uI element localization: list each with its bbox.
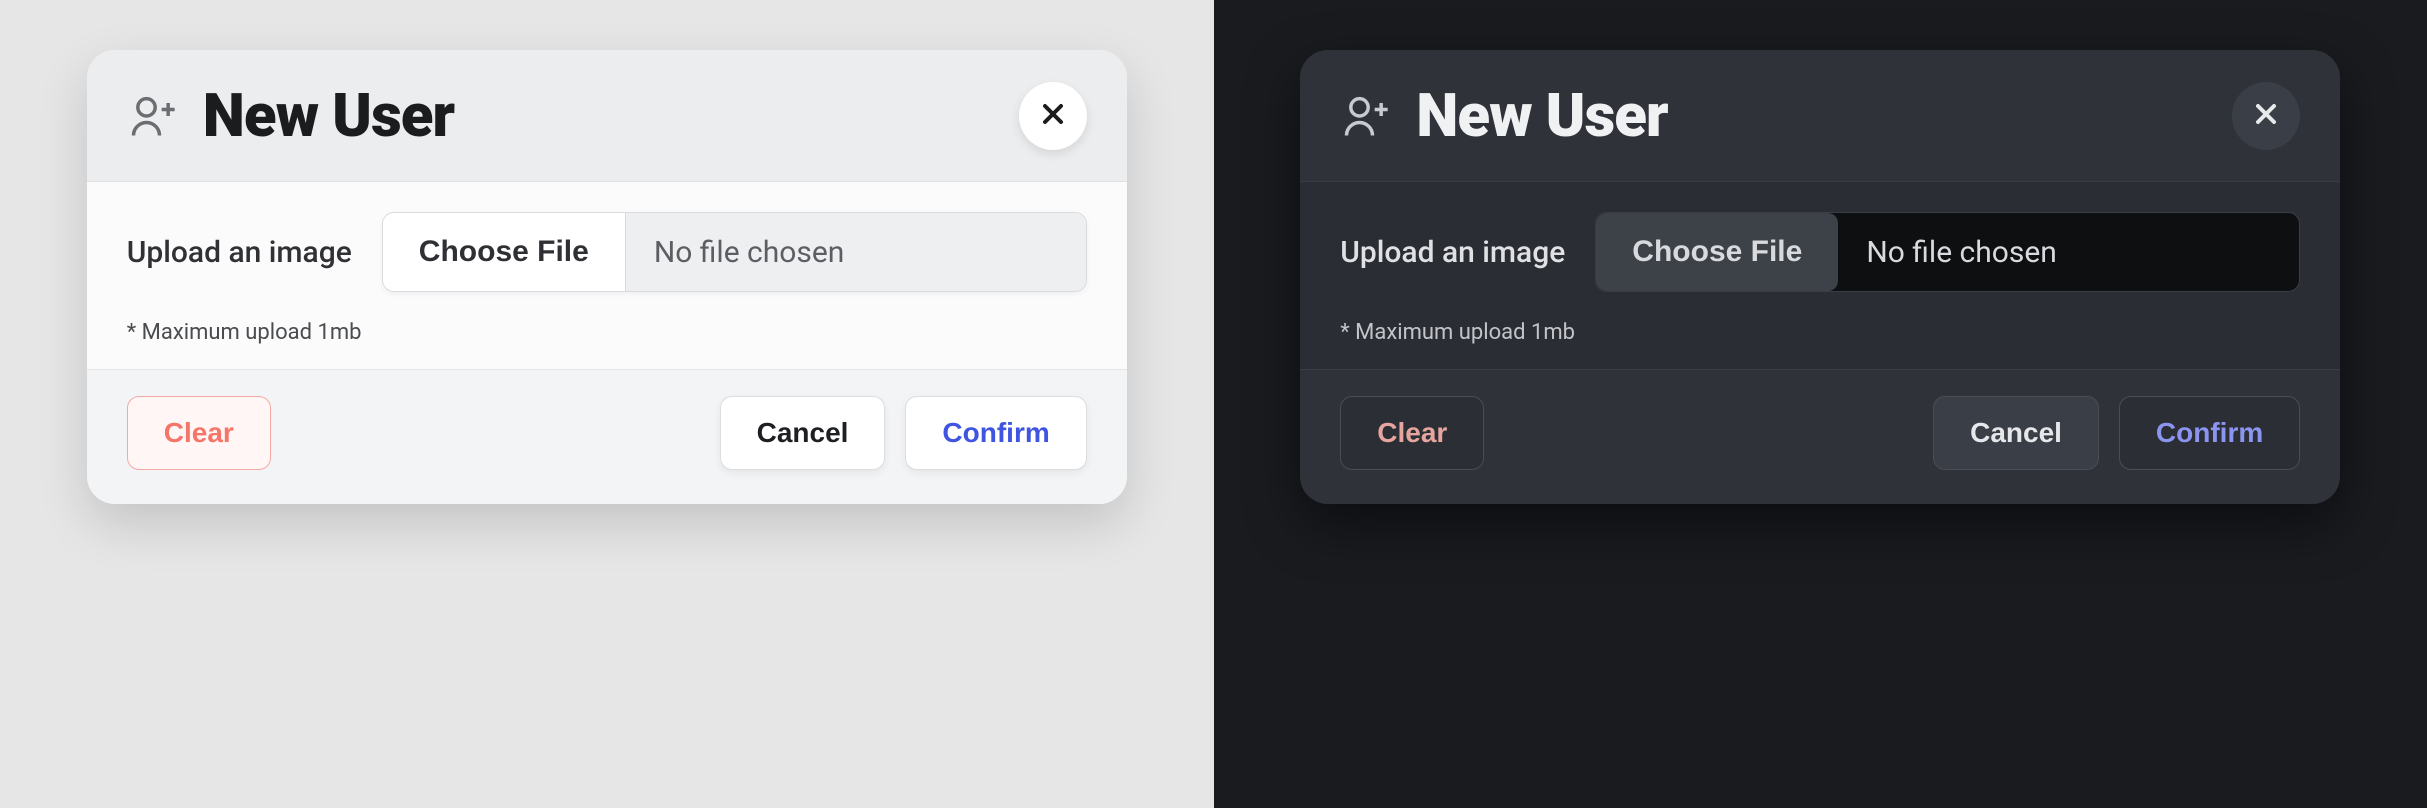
confirm-button[interactable]: Confirm xyxy=(2119,396,2300,470)
upload-label: Upload an image xyxy=(127,235,352,270)
clear-button[interactable]: Clear xyxy=(1340,396,1484,470)
dialog-header: New User xyxy=(1300,50,2340,182)
light-theme-panel: New User Upload an image Choose File No … xyxy=(0,0,1214,808)
upload-row: Upload an image Choose File No file chos… xyxy=(1340,212,2300,292)
new-user-dialog: New User Upload an image Choose File No … xyxy=(87,50,1127,504)
dialog-body: Upload an image Choose File No file chos… xyxy=(1300,182,2340,369)
upload-helper-text: * Maximum upload 1mb xyxy=(1340,320,2300,345)
close-button[interactable] xyxy=(1019,82,1087,150)
upload-helper-text: * Maximum upload 1mb xyxy=(127,320,1087,345)
dialog-footer: Clear Cancel Confirm xyxy=(87,369,1127,504)
user-plus-icon xyxy=(127,90,179,142)
dialog-title: New User xyxy=(1416,80,1667,151)
confirm-button[interactable]: Confirm xyxy=(905,396,1086,470)
cancel-button[interactable]: Cancel xyxy=(720,396,886,470)
close-button[interactable] xyxy=(2232,82,2300,150)
file-status-text: No file chosen xyxy=(626,213,1086,291)
dialog-title: New User xyxy=(203,80,454,151)
choose-file-button[interactable]: Choose File xyxy=(383,213,626,291)
dialog-body: Upload an image Choose File No file chos… xyxy=(87,182,1127,369)
close-icon xyxy=(2250,98,2282,133)
file-input-control: Choose File No file chosen xyxy=(382,212,1087,292)
choose-file-button[interactable]: Choose File xyxy=(1596,213,1838,291)
close-icon xyxy=(1037,98,1069,133)
clear-button[interactable]: Clear xyxy=(127,396,271,470)
file-status-text: No file chosen xyxy=(1838,213,2299,291)
new-user-dialog: New User Upload an image Choose File No … xyxy=(1300,50,2340,504)
upload-label: Upload an image xyxy=(1340,235,1565,270)
file-input-control: Choose File No file chosen xyxy=(1595,212,2300,292)
dialog-footer: Clear Cancel Confirm xyxy=(1300,369,2340,504)
cancel-button[interactable]: Cancel xyxy=(1933,396,2099,470)
dialog-header: New User xyxy=(87,50,1127,182)
user-plus-icon xyxy=(1340,90,1392,142)
upload-row: Upload an image Choose File No file chos… xyxy=(127,212,1087,292)
dark-theme-panel: New User Upload an image Choose File No … xyxy=(1214,0,2427,808)
